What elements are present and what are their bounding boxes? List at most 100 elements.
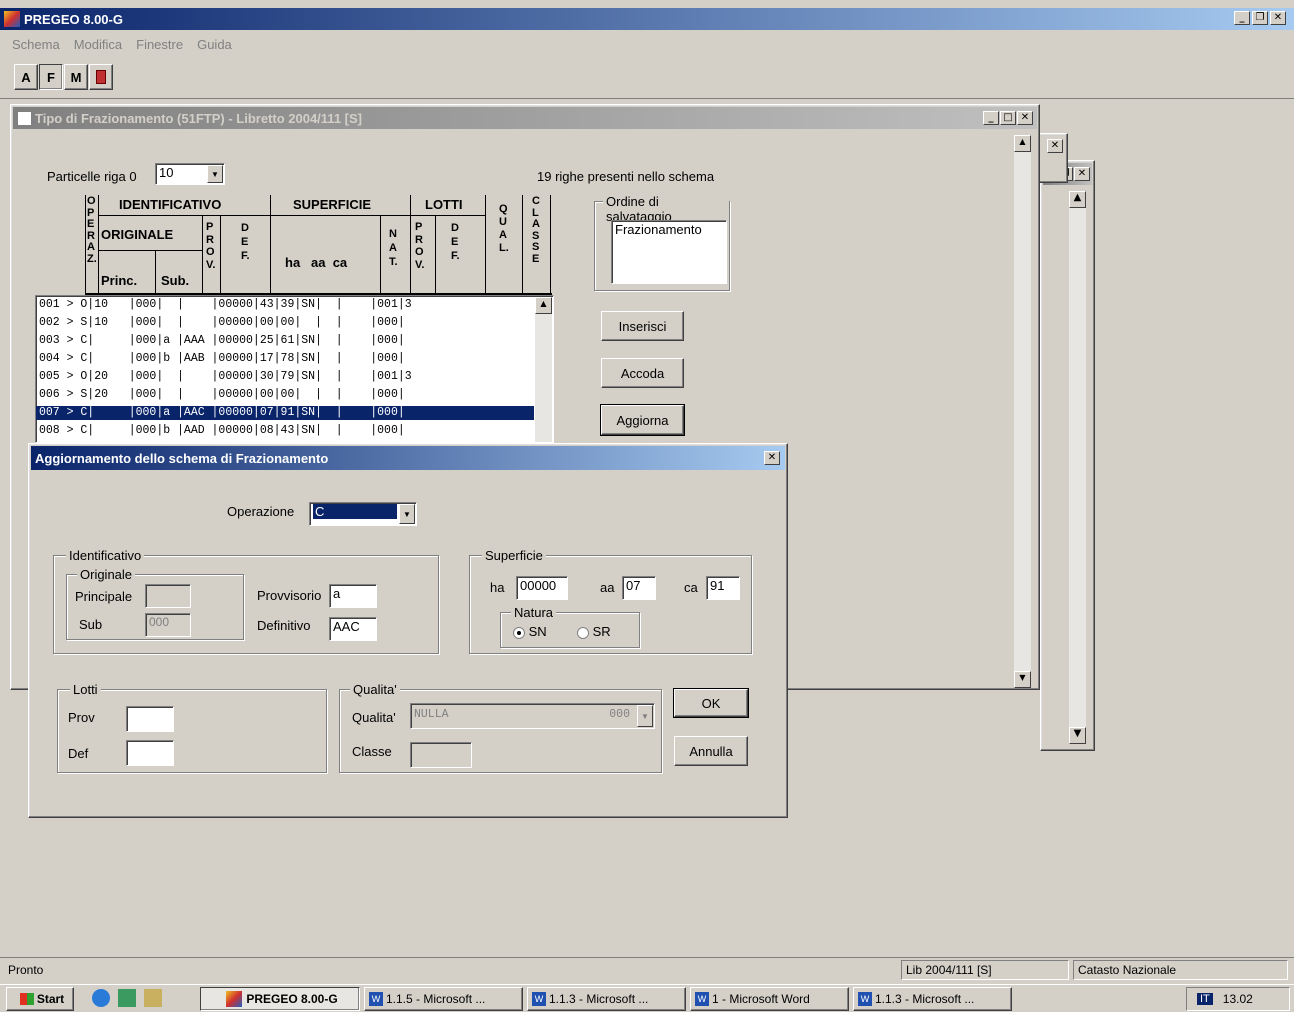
list-scrollbar[interactable]: ▲ (535, 297, 552, 442)
menu-guida[interactable]: Guida (190, 34, 239, 54)
header-identificativo: IDENTIFICATIVO (119, 197, 222, 212)
exit-door-icon[interactable] (89, 64, 113, 90)
scrollbar[interactable]: ▲ ▼ (1069, 191, 1086, 744)
accoda-button[interactable]: Accoda (601, 358, 684, 388)
provvisorio-label: Provvisorio (257, 588, 322, 603)
operazione-combo[interactable]: C ▼ (309, 502, 417, 526)
operazione-value: C (313, 504, 397, 519)
taskbar-label: 1.1.3 - Microsoft ... (549, 992, 649, 1006)
header-prov: P R O V. (206, 221, 216, 271)
windows-logo-icon (19, 993, 34, 1005)
taskbar-word-3[interactable]: W 1 - Microsoft Word (690, 987, 849, 1011)
taskbar-word-4[interactable]: W 1.1.3 - Microsoft ... (853, 987, 1012, 1011)
table-row[interactable]: 004 > C| |000|b |AAB |00000|17|78|SN| | … (39, 352, 405, 366)
ha-field[interactable]: 00000 (516, 576, 568, 600)
menu-bar: Schema Modifica Finestre Guida (0, 34, 239, 54)
lotti-def-field[interactable] (126, 740, 174, 766)
aggiorna-button[interactable]: Aggiorna (600, 404, 685, 436)
superficie-label: Superficie (482, 548, 546, 563)
header-lotti-prov: P R O V. (415, 221, 425, 271)
close-icon[interactable]: ✕ (764, 451, 780, 465)
close-icon[interactable]: ✕ (1270, 11, 1286, 25)
identificativo-label: Identificativo (66, 548, 145, 563)
table-row[interactable]: 001 > O|10 |000| | |00000|43|39|SN| | |0… (39, 298, 412, 312)
table-row-selected[interactable]: 007 > C| |000|a |AAC |00000|07|91|SN| | … (36, 406, 534, 420)
toolbar-f-button[interactable]: F (39, 64, 63, 90)
taskbar-word-1[interactable]: W 1.1.5 - Microsoft ... (364, 987, 523, 1011)
internet-explorer-icon[interactable] (92, 989, 110, 1007)
outlook-icon[interactable] (118, 989, 136, 1007)
toolbar: A F M (14, 64, 113, 90)
prov-label: Prov (68, 710, 95, 725)
document-icon (17, 110, 32, 126)
ca-label: ca (684, 580, 698, 595)
definitivo-field[interactable]: AAC (329, 617, 377, 641)
chevron-down-icon[interactable]: ▼ (207, 165, 223, 183)
radio-checked-icon[interactable] (513, 626, 525, 639)
qualita-combo[interactable]: NULLA 000 ▼ (410, 703, 655, 729)
header-operaz: O P E R A Z. (87, 195, 97, 265)
righe-info: 19 righe presenti nello schema (537, 169, 715, 184)
classe-field[interactable] (410, 742, 472, 768)
status-catasto: Catasto Nazionale (1073, 960, 1288, 980)
minimize-icon[interactable]: _ (1234, 11, 1250, 25)
show-desktop-icon[interactable] (144, 989, 162, 1007)
ok-button[interactable]: OK (673, 688, 749, 718)
word-icon: W (369, 992, 383, 1006)
scroll-down-icon[interactable]: ▼ (1069, 727, 1086, 744)
restore-icon[interactable]: ❐ (1252, 11, 1268, 25)
table-row[interactable]: 003 > C| |000|a |AAA |00000|25|61|SN| | … (39, 334, 405, 348)
scroll-down-icon[interactable]: ▼ (1014, 671, 1031, 688)
scroll-up-icon[interactable]: ▲ (1069, 191, 1086, 208)
aggiornamento-dialog: Aggiornamento dello schema di Frazioname… (28, 443, 788, 818)
ordine-list[interactable]: Frazionamento (611, 220, 727, 284)
ordine-item[interactable]: Frazionamento (615, 222, 723, 237)
close-icon[interactable]: ✕ (1074, 167, 1090, 181)
table-row[interactable]: 002 > S|10 |000| | |00000|00|00| | | |00… (39, 316, 405, 330)
table-row[interactable]: 005 > O|20 |000| | |00000|30|79|SN| | |0… (39, 370, 412, 384)
originale-label: Originale (77, 567, 136, 582)
principale-field[interactable] (145, 584, 191, 608)
table-row[interactable]: 006 > S|20 |000| | |00000|00|00| | | |00… (39, 388, 405, 402)
clock: 13.02 (1222, 992, 1253, 1006)
lotti-prov-field[interactable] (126, 706, 174, 732)
language-indicator[interactable]: IT (1197, 993, 1213, 1005)
close-icon[interactable]: ✕ (1017, 111, 1033, 125)
close-icon[interactable]: ✕ (1047, 139, 1063, 153)
taskbar-pregeo[interactable]: PREGEO 8.00-G (200, 987, 360, 1011)
ca-field[interactable]: 91 (706, 576, 740, 600)
scroll-up-icon[interactable]: ▲ (535, 297, 552, 314)
sn-radio[interactable]: SN (513, 624, 547, 639)
annulla-button[interactable]: Annulla (674, 736, 748, 766)
inserisci-button[interactable]: Inserisci (601, 311, 684, 341)
background-window-1: ✕ (1038, 133, 1068, 183)
header-qual: Q U A L. (499, 203, 509, 254)
status-text: Pronto (8, 963, 44, 977)
radio-unchecked-icon[interactable] (577, 626, 589, 639)
start-button[interactable]: Start (6, 987, 74, 1011)
taskbar-word-2[interactable]: W 1.1.3 - Microsoft ... (527, 987, 686, 1011)
menu-schema[interactable]: Schema (0, 34, 67, 54)
aa-field[interactable]: 07 (622, 576, 656, 600)
chevron-down-icon[interactable]: ▼ (399, 504, 415, 524)
frazionamento-scrollbar[interactable]: ▲ ▼ (1014, 135, 1031, 688)
chevron-down-icon[interactable]: ▼ (637, 705, 653, 727)
quick-launch (92, 989, 162, 1007)
toolbar-m-button[interactable]: M (64, 64, 88, 90)
sr-radio[interactable]: SR (577, 624, 611, 639)
particelle-combo[interactable]: 10 ▼ (155, 163, 225, 185)
provvisorio-field[interactable]: a (329, 584, 377, 608)
header-def: D E F. (241, 222, 250, 262)
table-row[interactable]: 008 > C| |000|b |AAD |00000|08|43|SN| | … (39, 424, 405, 438)
originale-group: Originale Principale Sub 000 (66, 567, 244, 640)
toolbar-a-button[interactable]: A (14, 64, 38, 90)
menu-finestre[interactable]: Finestre (129, 34, 190, 54)
menu-modifica[interactable]: Modifica (67, 34, 129, 54)
classe-label: Classe (352, 744, 392, 759)
aa-label: aa (600, 580, 615, 595)
minimize-icon[interactable]: _ (983, 111, 999, 125)
maximize-icon[interactable]: □ (1000, 111, 1016, 125)
sub-field[interactable]: 000 (145, 613, 191, 637)
schema-list[interactable]: 001 > O|10 |000| | |00000|43|39|SN| | |0… (35, 295, 554, 443)
scroll-up-icon[interactable]: ▲ (1014, 135, 1031, 152)
